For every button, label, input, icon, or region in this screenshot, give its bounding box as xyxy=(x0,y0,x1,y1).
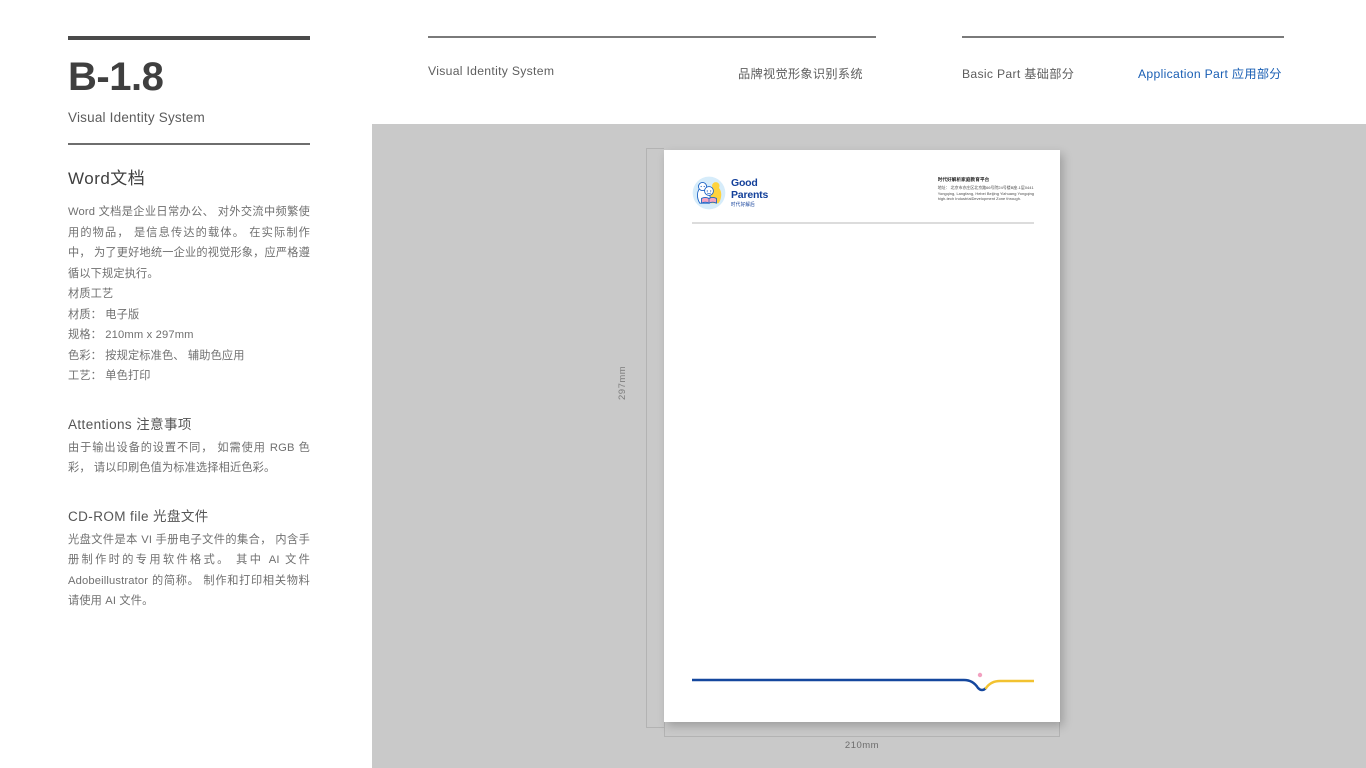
letterhead-header: Good Parents 时代好解后 时代好解析家庭教育平台 地址： 北京市亦庄… xyxy=(692,176,1034,210)
guide-tick-top xyxy=(646,148,664,149)
cdrom-heading: CD-ROM file 光盘文件 xyxy=(68,508,209,524)
cdrom-block: CD-ROM file 光盘文件 光盘文件是本 VI 手册电子文件的集合， 内含… xyxy=(68,505,310,612)
spec-material: 材质： 电子版 xyxy=(68,308,140,321)
page-code: B-1.8 xyxy=(68,55,164,99)
footer-swoosh-graphic xyxy=(692,672,1034,692)
attentions-heading: Attentions 注意事项 xyxy=(68,416,192,432)
spec-size: 规格： 210mm x 297mm xyxy=(68,329,194,341)
address-line-en-2: high-tech IndustrialDevelopment Zone thr… xyxy=(937,196,1022,202)
guide-line-vertical xyxy=(646,148,647,728)
page-code-subtitle: Visual Identity System xyxy=(68,110,205,125)
good-parents-logo-icon xyxy=(692,176,726,210)
wordmark-chinese: 时代好解后 xyxy=(731,201,755,208)
brand-wordmark: Good Parents 时代好解后 xyxy=(731,178,768,207)
guide-tick-right xyxy=(1059,722,1060,736)
attentions-body: 由于输出设备的设置不同， 如需使用 RGB 色彩， 请以印刷色值为标准选择相近色… xyxy=(68,441,310,475)
address-title: 时代好解析家庭教育平台 xyxy=(937,177,990,182)
letterhead-divider-rule xyxy=(692,222,1034,224)
spec-color: 色彩： 按规定标准色、 辅助色应用 xyxy=(68,349,245,362)
address-line-cn: 地址： 北京市亦庄区北京路66号院24号楼B座-1层0441 xyxy=(937,185,1034,190)
guide-line-horizontal xyxy=(664,736,1060,737)
nav-rule-right xyxy=(962,36,1284,38)
cdrom-body: 光盘文件是本 VI 手册电子文件的集合， 内含手册制作时的专用软件格式。 其中 … xyxy=(68,533,310,608)
spec-process: 工艺： 单色打印 xyxy=(68,370,151,382)
a4-letterhead-page: Good Parents 时代好解后 时代好解析家庭教育平台 地址： 北京市亦庄… xyxy=(664,150,1060,722)
wordmark-line-1: Good xyxy=(731,177,758,190)
guide-tick-bottom xyxy=(646,727,664,728)
nav-item-basic-part[interactable]: Basic Part 基础部分 xyxy=(962,64,1074,82)
dimension-height-label: 297mm xyxy=(617,365,628,400)
nav-item-application-part[interactable]: Application Part 应用部分 xyxy=(1138,64,1282,82)
section-title: Word文档 xyxy=(68,169,146,188)
guide-tick-left xyxy=(664,722,665,736)
spec-heading: 材质工艺 xyxy=(68,288,114,300)
nav-rule-left xyxy=(428,36,876,38)
nav-group-right: Basic Part 基础部分 Application Part 应用部分 xyxy=(962,36,1284,81)
nav-item-visual-identity-system[interactable]: Visual Identity System xyxy=(428,64,554,78)
sidebar-top-rule xyxy=(68,36,310,40)
dimension-width-label: 210mm xyxy=(844,740,880,751)
sidebar: B-1.8 Visual Identity System Word文档 Word… xyxy=(68,36,310,612)
letterhead-address-block: 时代好解析家庭教育平台 地址： 北京市亦庄区北京路66号院24号楼B座-1层04… xyxy=(938,176,1034,202)
app-root: B-1.8 Visual Identity System Word文档 Word… xyxy=(0,0,1366,768)
footer-dot-icon xyxy=(977,672,983,678)
brand-lockup: Good Parents 时代好解后 xyxy=(692,176,768,210)
nav-group-left: Visual Identity System 品牌视觉形象识别系统 xyxy=(428,36,876,81)
nav-item-brand-vis-cn[interactable]: 品牌视觉形象识别系统 xyxy=(738,64,863,82)
sidebar-divider xyxy=(68,143,310,145)
wordmark-line-2: Parents xyxy=(731,188,769,201)
attentions-block: Attentions 注意事项 由于输出设备的设置不同， 如需使用 RGB 色彩… xyxy=(68,413,310,479)
intro-paragraph: Word 文档是企业日常办公、 对外交流中频繁使用的物品， 是信息传达的载体。 … xyxy=(68,206,310,280)
